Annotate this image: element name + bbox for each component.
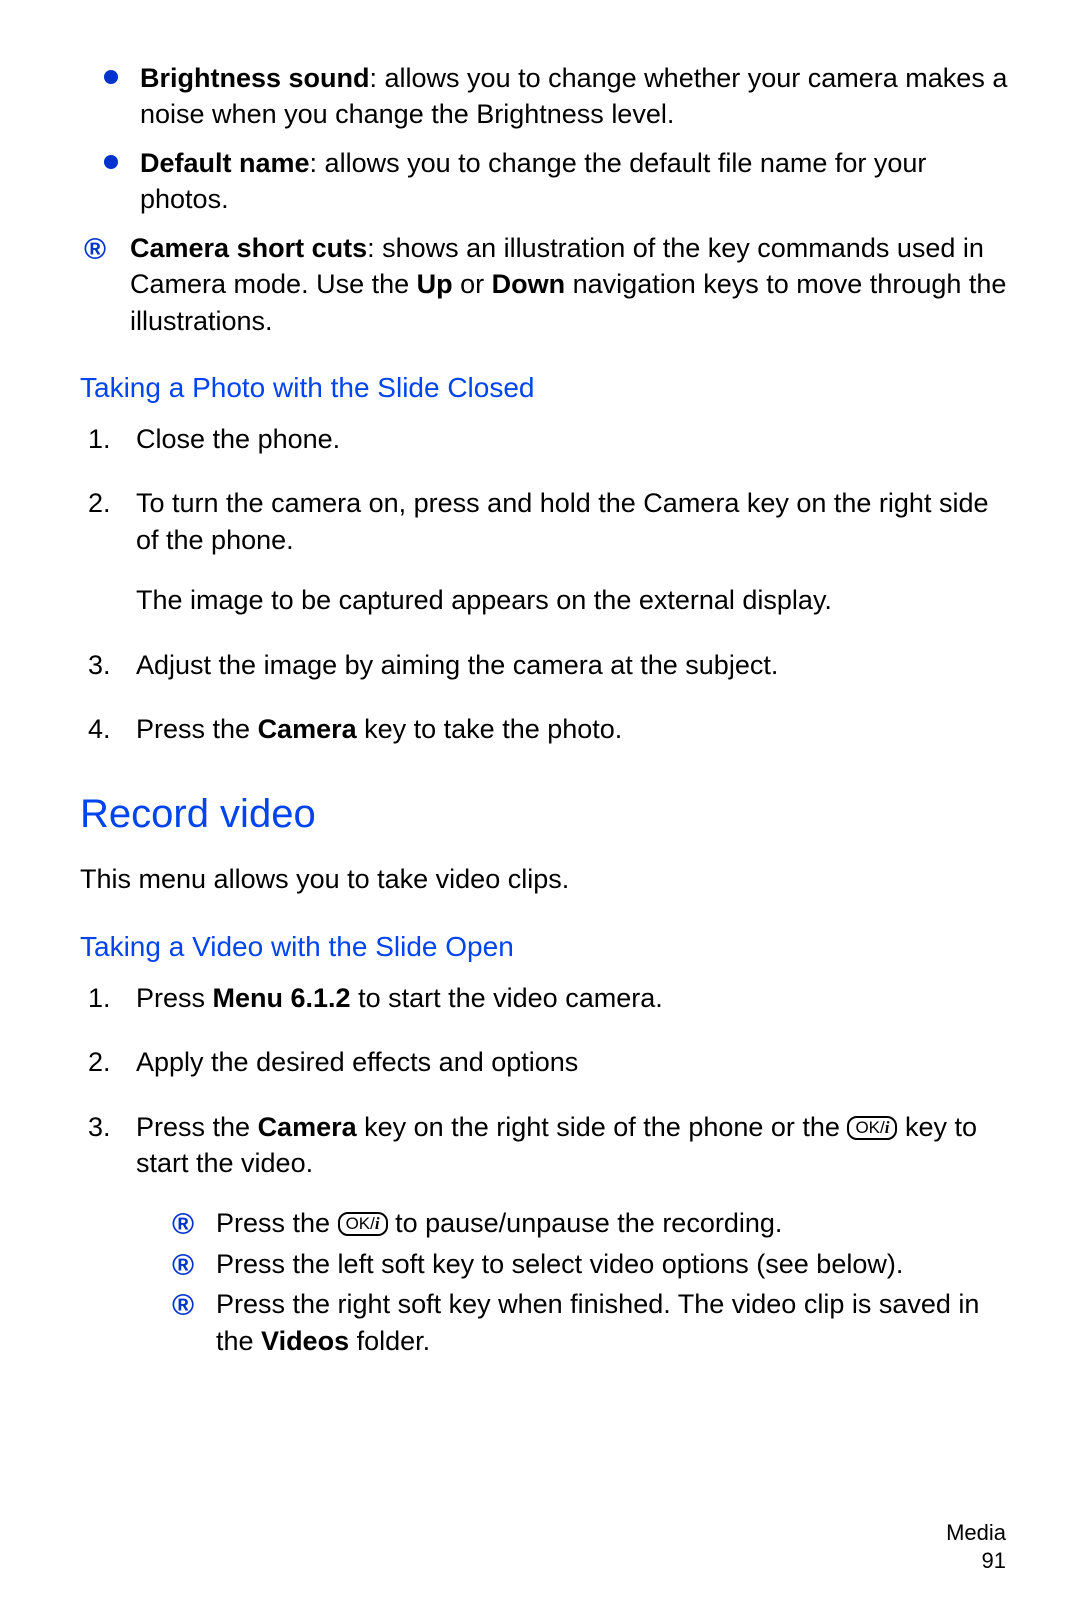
step-4: Press the Camera key to take the photo.: [80, 711, 1010, 747]
down: Down: [492, 269, 566, 299]
page-footer: Media 91: [946, 1519, 1006, 1576]
step-3: Adjust the image by aiming the camera at…: [80, 647, 1010, 683]
bold: Menu 6.1.2: [213, 983, 351, 1013]
r-icon: ®: [84, 230, 106, 271]
text-extra: The image to be captured appears on the …: [136, 582, 1010, 618]
pre: Press the: [136, 714, 258, 744]
bold: Camera: [258, 1112, 357, 1142]
footer-section: Media: [946, 1519, 1006, 1548]
term: Brightness sound: [140, 63, 370, 93]
pre: Press: [136, 983, 213, 1013]
post: to start the video camera.: [351, 983, 663, 1013]
bold: Camera: [258, 714, 357, 744]
up: Up: [417, 269, 453, 299]
sub-actions: ® Press the OK/i to pause/unpause the re…: [136, 1205, 1010, 1359]
post: to pause/unpause the recording.: [388, 1208, 783, 1238]
subheading-photo-slide-closed: Taking a Photo with the Slide Closed: [80, 369, 1010, 407]
steps-photo: Close the phone. To turn the camera on, …: [80, 421, 1010, 748]
ok-key-icon: OK/i: [338, 1212, 388, 1236]
sub-b: ® Press the left soft key to select vide…: [176, 1246, 1010, 1282]
steps-video: Press Menu 6.1.2 to start the video came…: [80, 980, 1010, 1360]
pre: Press the: [216, 1208, 338, 1238]
section-desc: This menu allows you to take video clips…: [80, 861, 1010, 897]
pre: Press the: [136, 1112, 258, 1142]
text: To turn the camera on, press and hold th…: [136, 488, 988, 554]
bullet-default-name: Default name: allows you to change the d…: [80, 145, 1010, 218]
sub-a: ® Press the OK/i to pause/unpause the re…: [176, 1205, 1010, 1241]
bullet-brightness-sound: Brightness sound: allows you to change w…: [80, 60, 1010, 133]
step-3: Press the Camera key on the right side o…: [80, 1109, 1010, 1360]
page-content: Brightness sound: allows you to change w…: [80, 60, 1010, 1359]
mid: key on the right side of the phone or th…: [357, 1112, 848, 1142]
bullet-list: Brightness sound: allows you to change w…: [80, 60, 1010, 218]
subheading-video-slide-open: Taking a Video with the Slide Open: [80, 928, 1010, 966]
term: Default name: [140, 148, 310, 178]
step-1: Close the phone.: [80, 421, 1010, 457]
step-2: Apply the desired effects and options: [80, 1044, 1010, 1080]
step-2: To turn the camera on, press and hold th…: [80, 485, 1010, 618]
r-icon: ®: [172, 1205, 194, 1246]
bold: Videos: [261, 1326, 349, 1356]
section-record-video: Record video: [80, 787, 1010, 841]
r-icon: ®: [172, 1246, 194, 1287]
footer-page: 91: [946, 1547, 1006, 1576]
text: Close the phone.: [136, 424, 340, 454]
mid: or: [453, 269, 492, 299]
text: Press the left soft key to select video …: [216, 1249, 903, 1279]
sub-c: ® Press the right soft key when finished…: [176, 1286, 1010, 1359]
post: folder.: [349, 1326, 430, 1356]
step-1: Press Menu 6.1.2 to start the video came…: [80, 980, 1010, 1016]
term: Camera short cuts: [130, 233, 367, 263]
r-icon: ®: [172, 1286, 194, 1327]
camera-shortcuts: ® Camera short cuts: shows an illustrati…: [80, 230, 1010, 339]
ok-key-icon: OK/i: [847, 1116, 897, 1140]
text: Adjust the image by aiming the camera at…: [136, 650, 778, 680]
text: Apply the desired effects and options: [136, 1047, 578, 1077]
post: key to take the photo.: [357, 714, 623, 744]
